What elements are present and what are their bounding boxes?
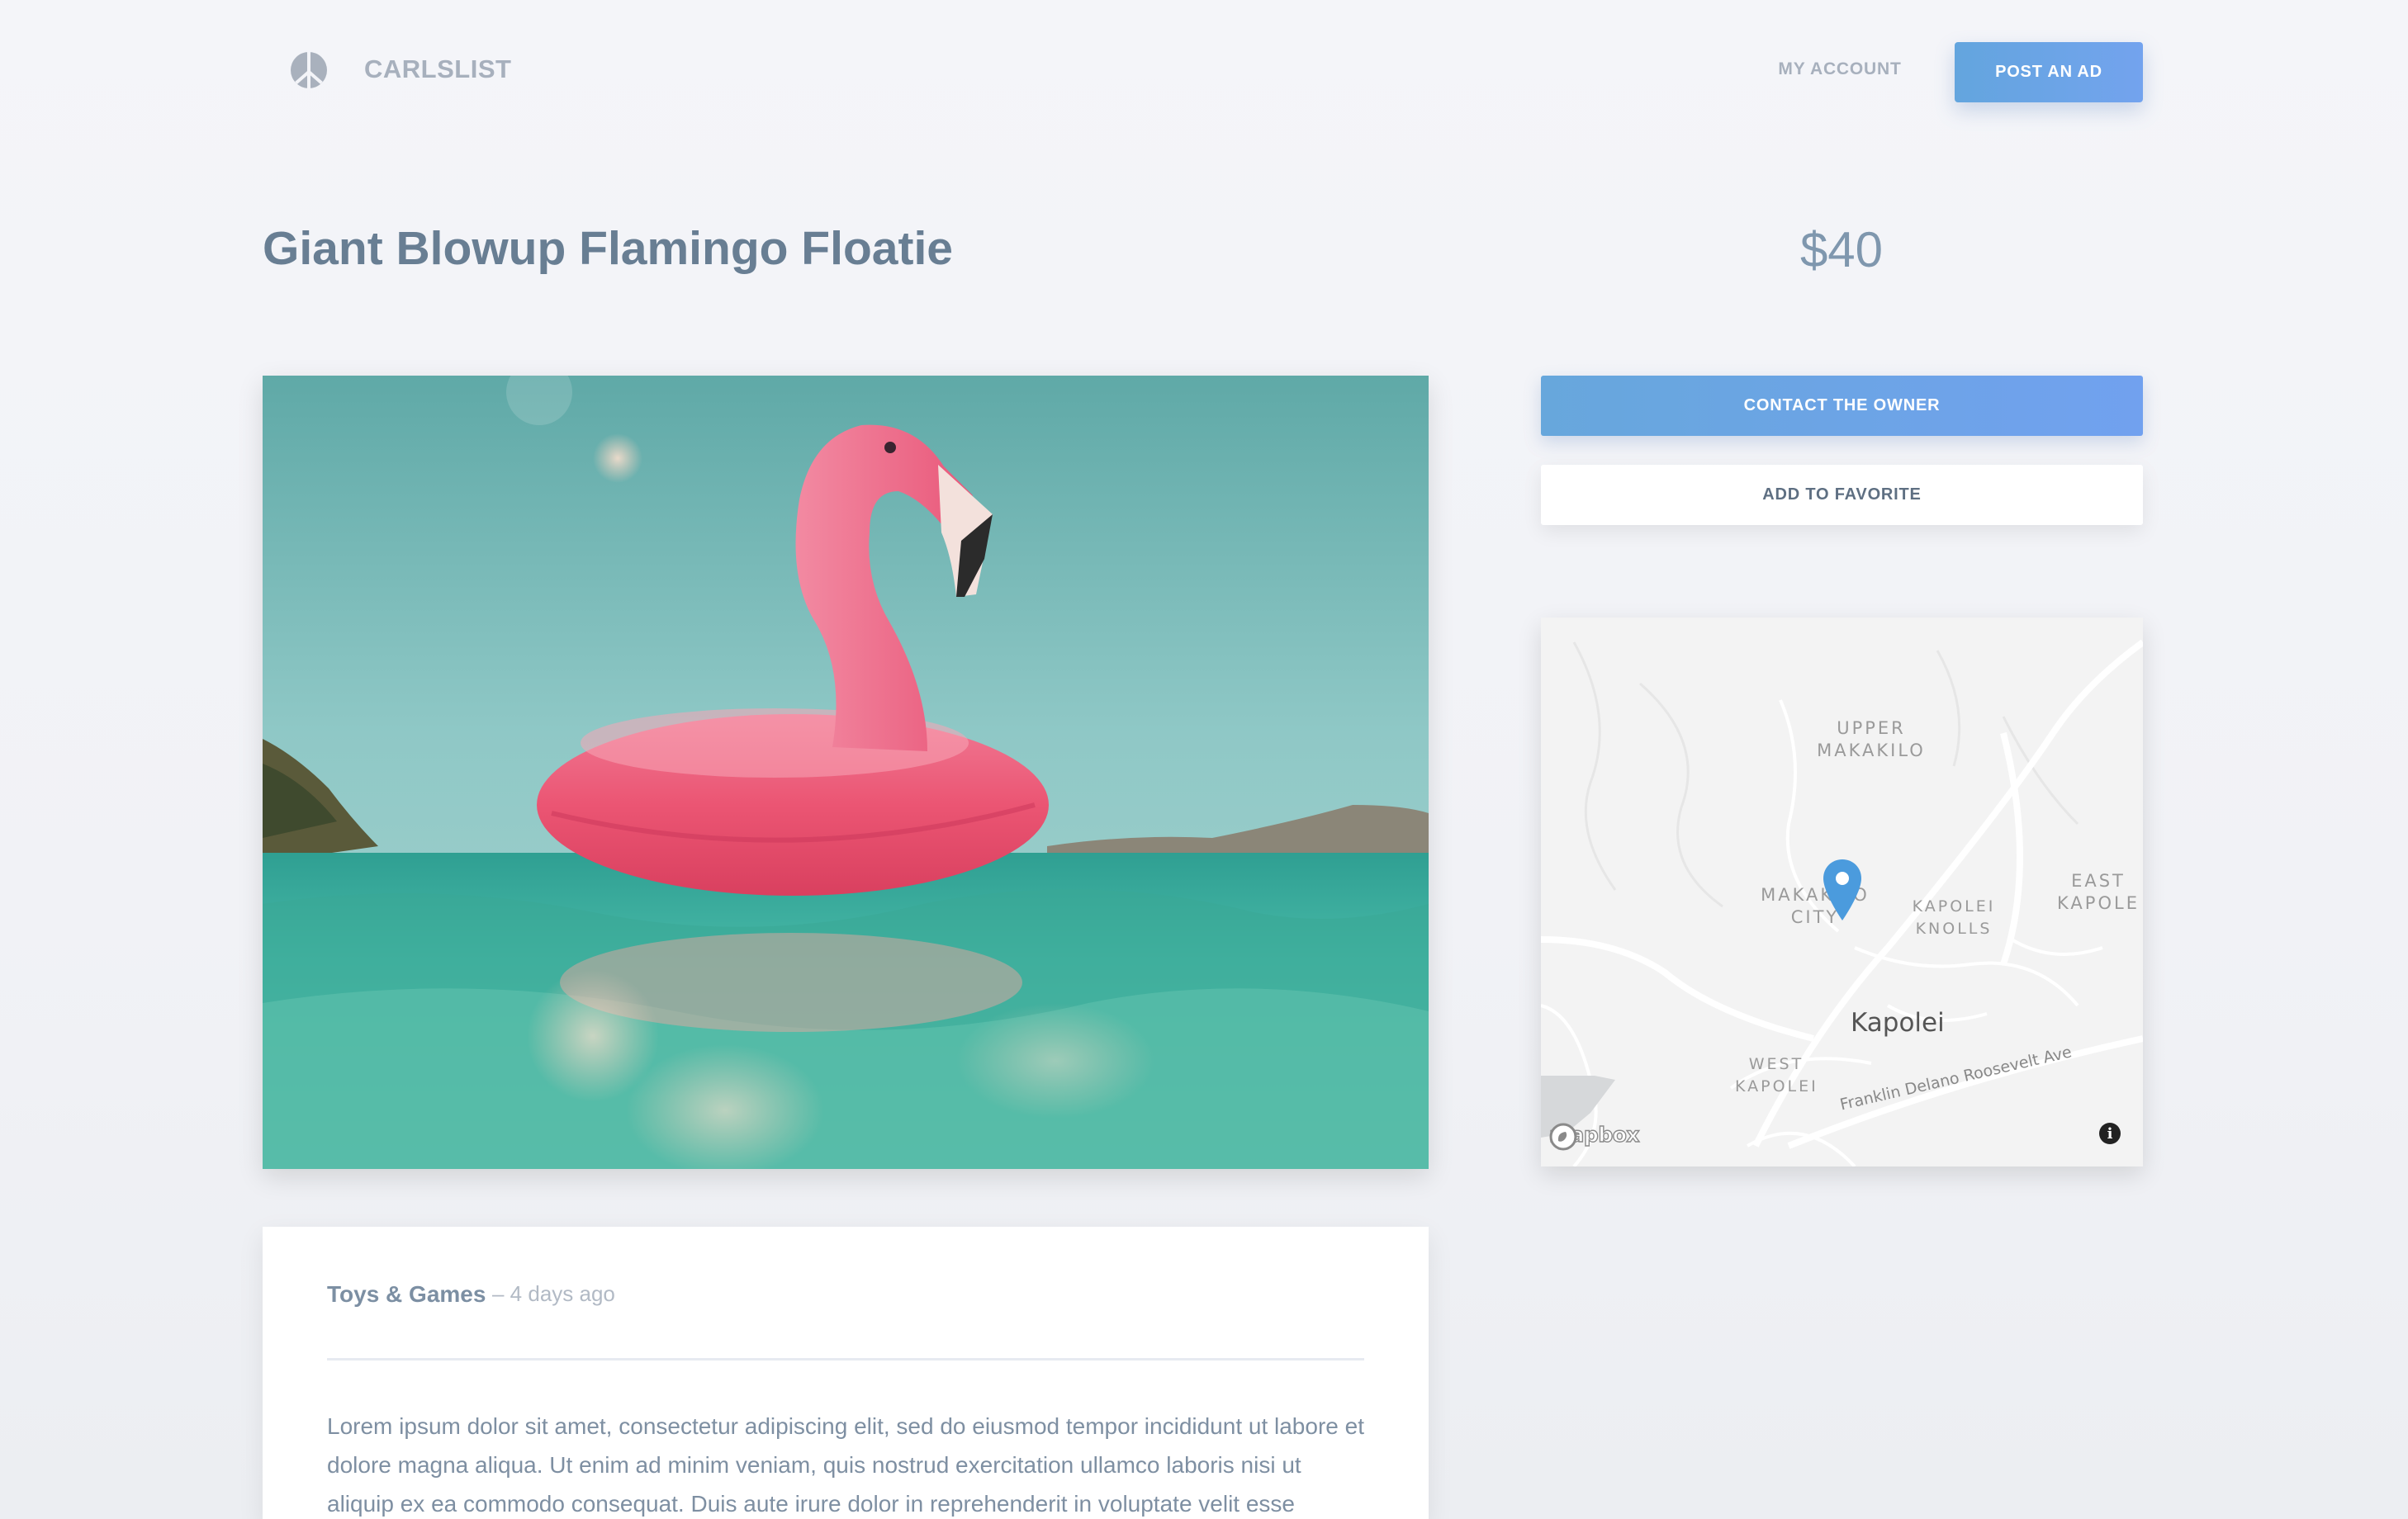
location-map[interactable]: UPPER MAKAKILO MAKAKILO CITY KAPOLEI KNO… xyxy=(1541,618,2143,1166)
brand-name[interactable]: CARLSLIST xyxy=(364,54,511,84)
map-label-kapolei-knolls: KAPOLEI KNOLLS xyxy=(1912,897,1996,938)
post-ad-button[interactable]: POST AN AD xyxy=(1955,42,2143,102)
listing-price: $40 xyxy=(1799,222,1884,277)
mapbox-logo-icon xyxy=(1549,1123,1577,1151)
listing-photo[interactable] xyxy=(263,376,1429,1169)
map-pin-icon[interactable] xyxy=(1822,858,1863,922)
divider xyxy=(327,1358,1364,1360)
listing-details-card: Toys & Games – 4 days ago Lorem ipsum do… xyxy=(263,1227,1429,1519)
map-label-upper-makakilo: UPPER MAKAKILO xyxy=(1817,718,1926,760)
map-label-west-kapolei: WEST KAPOLEI xyxy=(1735,1055,1818,1095)
listing-description: Lorem ipsum dolor sit amet, consectetur … xyxy=(327,1413,1364,1517)
map-label-east-kapolei: EAST KAPOLE xyxy=(2057,871,2140,913)
mapbox-attribution[interactable]: mapbox xyxy=(1548,1122,1640,1151)
add-favorite-button[interactable]: ADD TO FAVORITE xyxy=(1541,465,2143,525)
flamingo-float-image xyxy=(263,376,1429,1169)
listing-page: CARLSLIST MY ACCOUNT POST AN AD Giant Bl… xyxy=(0,0,2408,1519)
contact-owner-button[interactable]: CONTACT THE OWNER xyxy=(1541,376,2143,436)
map-info-icon[interactable]: i xyxy=(2099,1123,2121,1144)
map-label-kapolei: Kapolei xyxy=(1851,1008,1945,1038)
listing-title: Giant Blowup Flamingo Floatie xyxy=(263,222,953,275)
posted-time: – 4 days ago xyxy=(492,1281,615,1306)
peace-icon[interactable] xyxy=(289,50,329,90)
category-link[interactable]: Toys & Games xyxy=(327,1281,486,1308)
my-account-link[interactable]: MY ACCOUNT xyxy=(1749,59,1931,79)
